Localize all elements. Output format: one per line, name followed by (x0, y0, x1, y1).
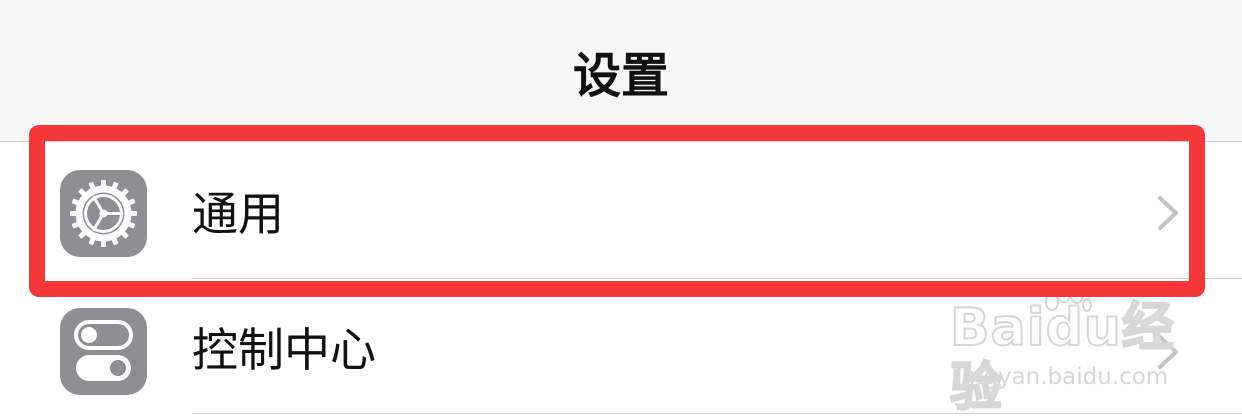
row-separator (192, 278, 1242, 279)
settings-row-label: 控制中心 (192, 323, 376, 377)
settings-row-label: 通用 (192, 187, 284, 241)
switches-icon (60, 308, 147, 395)
settings-row-general[interactable]: 通用 (0, 143, 1242, 278)
navigation-bar: 设置 (0, 0, 1242, 142)
row-separator (192, 413, 1242, 414)
settings-row-control-center[interactable]: 控制中心 (0, 282, 1242, 417)
chevron-right-icon (1158, 196, 1178, 230)
gear-icon (60, 170, 147, 257)
page-title: 设置 (572, 48, 669, 104)
chevron-right-icon (1158, 335, 1178, 369)
